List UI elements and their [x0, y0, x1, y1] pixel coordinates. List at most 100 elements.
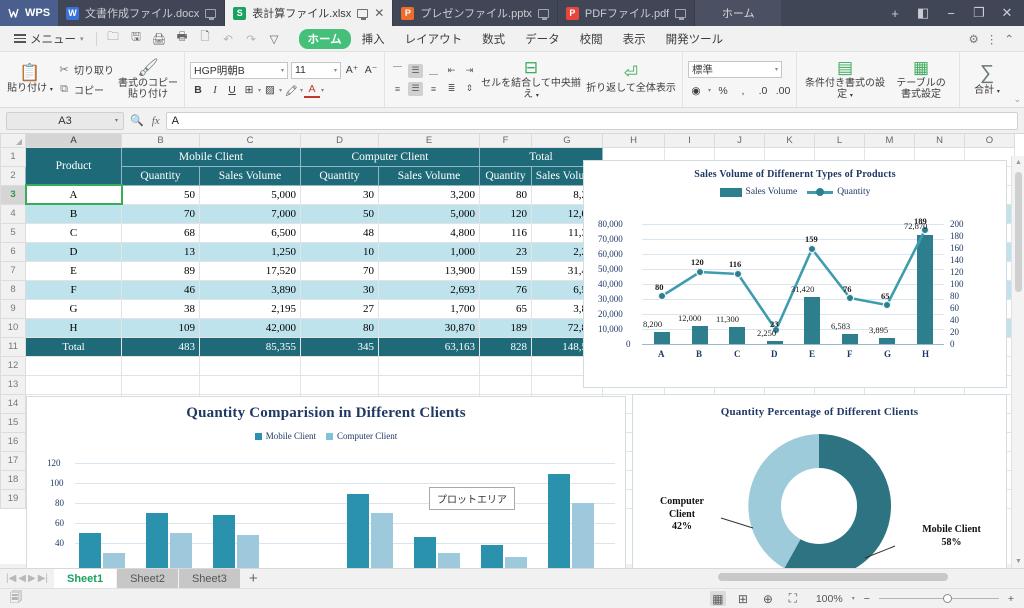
cell-A9[interactable]: G: [26, 299, 122, 318]
cell-A3[interactable]: A: [26, 185, 122, 204]
cell-A4[interactable]: B: [26, 204, 122, 223]
subheader-computer-sales[interactable]: Sales Volume: [379, 166, 480, 185]
row-header-12[interactable]: 12: [1, 356, 26, 375]
cell-C7[interactable]: 17,520: [200, 261, 301, 280]
chart-plot-area[interactable]: 80,000 70,000 60,000 50,000 40,000 30,00…: [584, 201, 1008, 371]
empty-cell[interactable]: [301, 356, 379, 375]
split-view-icon[interactable]: ◧: [910, 0, 936, 26]
empty-cell[interactable]: [480, 375, 532, 394]
align-left-icon[interactable]: ≡: [390, 82, 405, 96]
cell-D11[interactable]: 345: [301, 337, 379, 356]
column-header-K[interactable]: K: [765, 134, 815, 147]
wps-logo[interactable]: WPS: [0, 0, 58, 26]
row-header-1[interactable]: 1: [1, 147, 26, 166]
cell-A10[interactable]: H: [26, 318, 122, 337]
cell-E5[interactable]: 4,800: [379, 223, 480, 242]
copy-button[interactable]: ⧉ コピー: [55, 81, 117, 98]
cell-D7[interactable]: 70: [301, 261, 379, 280]
align-center-icon[interactable]: ☰: [408, 82, 423, 96]
cell-E10[interactable]: 30,870: [379, 318, 480, 337]
decrease-decimal-icon[interactable]: .00: [775, 83, 791, 98]
chart-plot-area[interactable]: 120 100 80 60 40 プロットエリア: [27, 445, 627, 570]
menu-button[interactable]: メニュー ▾: [8, 29, 90, 49]
column-header-N[interactable]: N: [915, 134, 965, 147]
horizontal-scrollbar[interactable]: [638, 571, 1008, 583]
window-tab-xlsx[interactable]: S 表計算ファイル.xlsx ✕: [225, 0, 393, 26]
row-header-11[interactable]: 11: [1, 337, 26, 356]
cell-D10[interactable]: 80: [301, 318, 379, 337]
present-icon[interactable]: [538, 9, 549, 18]
chart-quantity-comparison[interactable]: Quantity Comparision in Different Client…: [26, 396, 626, 581]
scroll-up-icon[interactable]: ▲: [1012, 156, 1024, 169]
zoom-slider[interactable]: [879, 593, 999, 605]
cell-D4[interactable]: 50: [301, 204, 379, 223]
cell-F8[interactable]: 76: [480, 280, 532, 299]
bar-F[interactable]: [842, 334, 858, 344]
undo-icon[interactable]: ↶: [218, 29, 239, 49]
column-header-G[interactable]: G: [532, 134, 603, 147]
zoom-out-button[interactable]: −: [864, 593, 870, 605]
column-header-H[interactable]: H: [603, 134, 665, 147]
row-header-8[interactable]: 8: [1, 280, 26, 299]
cell-F9[interactable]: 65: [480, 299, 532, 318]
decrease-indent-icon[interactable]: ⇤: [444, 64, 459, 78]
cell-A7[interactable]: E: [26, 261, 122, 280]
increase-indent-icon[interactable]: ⇥: [462, 64, 477, 78]
cell-C4[interactable]: 7,000: [200, 204, 301, 223]
row-header-19[interactable]: 19: [1, 489, 26, 508]
cell-F3[interactable]: 80: [480, 185, 532, 204]
font-color-icon[interactable]: A: [304, 83, 320, 98]
font-size-input[interactable]: 11 ▾: [291, 62, 341, 79]
chevron-down-icon[interactable]: ▾: [852, 595, 855, 602]
more-icon[interactable]: ⋮: [986, 32, 998, 46]
restore-icon[interactable]: ❐: [966, 0, 992, 26]
zoom-in-button[interactable]: +: [1008, 593, 1014, 605]
cell-B5[interactable]: 68: [122, 223, 200, 242]
align-right-icon[interactable]: ≡: [426, 82, 441, 96]
cell-A11[interactable]: Total: [26, 337, 122, 356]
empty-cell[interactable]: [301, 375, 379, 394]
fill-color-icon[interactable]: 🖍: [283, 83, 299, 98]
save-as-icon[interactable]: 🖫: [126, 29, 147, 49]
bar-mobile-A[interactable]: [79, 533, 101, 570]
cell-D3[interactable]: 30: [301, 185, 379, 204]
row-header-4[interactable]: 4: [1, 204, 26, 223]
row-header-14[interactable]: 14: [1, 394, 26, 413]
close-icon[interactable]: ✕: [374, 6, 384, 20]
present-icon[interactable]: [675, 9, 686, 18]
row-header-15[interactable]: 15: [1, 413, 26, 432]
first-sheet-icon[interactable]: |◀: [6, 573, 16, 584]
bar-computer-B[interactable]: [170, 533, 192, 570]
format-painter-button[interactable]: 🖌 書式のコピー 貼り付け: [117, 54, 179, 106]
empty-cell[interactable]: [379, 356, 480, 375]
cell-B9[interactable]: 38: [122, 299, 200, 318]
conditional-format-button[interactable]: ▤ 条件付き書式の設定 ▾: [802, 54, 888, 106]
column-header-E[interactable]: E: [379, 134, 480, 147]
ribbon-tab-view[interactable]: 表示: [614, 29, 655, 49]
row-header-18[interactable]: 18: [1, 470, 26, 489]
column-header-J[interactable]: J: [715, 134, 765, 147]
header-mobile-client[interactable]: Mobile Client: [122, 147, 301, 166]
fill-pattern-icon[interactable]: ▨: [262, 83, 278, 98]
customize-icon[interactable]: ▽: [264, 29, 285, 49]
cell-C9[interactable]: 2,195: [200, 299, 301, 318]
bar-mobile-G[interactable]: [481, 545, 503, 570]
formula-input[interactable]: A: [166, 112, 1018, 130]
close-window-icon[interactable]: ✕: [994, 0, 1020, 26]
row-header-13[interactable]: 13: [1, 375, 26, 394]
vertical-scrollbar[interactable]: ▲ ▼: [1011, 156, 1024, 568]
zoom-level-label[interactable]: 100%: [816, 593, 843, 605]
cell-C11[interactable]: 85,355: [200, 337, 301, 356]
bar-C[interactable]: [729, 327, 745, 344]
row-header-2[interactable]: 2: [1, 166, 26, 185]
scroll-down-icon[interactable]: ▼: [1012, 555, 1024, 568]
shrink-font-icon[interactable]: A⁻: [363, 63, 379, 78]
align-middle-icon[interactable]: ☰: [408, 64, 423, 78]
ribbon-tab-home[interactable]: ホーム: [299, 29, 351, 49]
empty-cell[interactable]: [200, 356, 301, 375]
column-header-C[interactable]: C: [200, 134, 301, 147]
fullscreen-icon[interactable]: ⛶: [785, 591, 801, 606]
borders-icon[interactable]: ⊞: [241, 83, 257, 98]
row-header-6[interactable]: 6: [1, 242, 26, 261]
legend-item-quantity[interactable]: Quantity: [807, 187, 870, 197]
